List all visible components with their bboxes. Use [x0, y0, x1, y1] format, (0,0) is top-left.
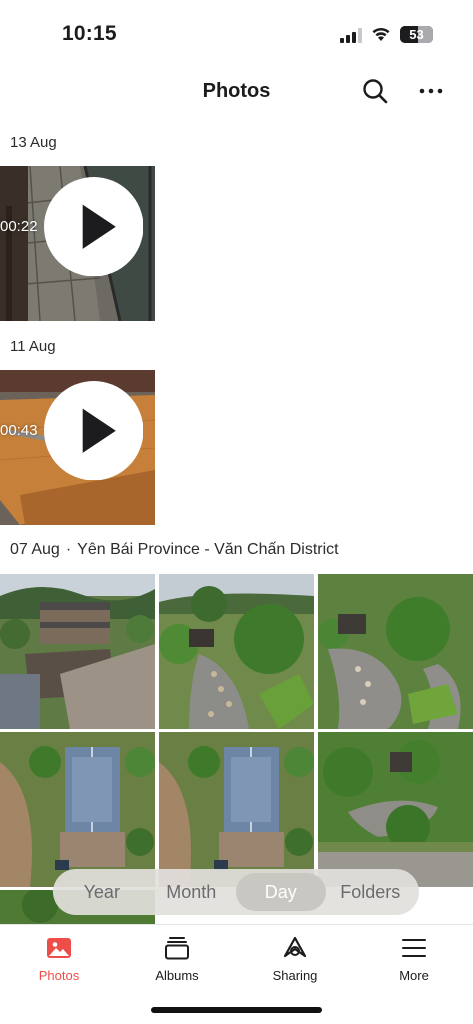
play-icon [43, 381, 143, 481]
photos-icon [47, 938, 71, 958]
segment-day[interactable]: Day [236, 873, 326, 911]
video-duration: 00:43 [0, 381, 143, 481]
photo-thumbnail[interactable] [318, 732, 473, 887]
section-date-13-aug: 13 Aug [10, 134, 57, 151]
section-date-11-aug: 11 Aug [10, 338, 56, 355]
section-separator: · [65, 541, 72, 558]
sharing-icon [283, 936, 307, 958]
segment-month[interactable]: Month [147, 873, 237, 911]
search-icon[interactable] [360, 76, 390, 106]
photo-thumbnail[interactable] [0, 574, 155, 729]
photo-thumbnail[interactable] [159, 574, 314, 729]
tab-sharing[interactable]: Sharing [236, 933, 354, 985]
tab-albums-label: Albums [155, 968, 199, 983]
menu-icon [402, 939, 426, 957]
tab-photos-label: Photos [38, 968, 80, 983]
page-title: Photos [202, 80, 271, 102]
rooftop-aerial-photo [0, 732, 155, 887]
more-options-icon[interactable] [416, 76, 446, 106]
header: Photos [0, 70, 473, 114]
section-location: Yên Bái Province - Văn Chấn District [77, 541, 339, 558]
rooftop-aerial-photo-2 [159, 732, 314, 887]
section-header-07-aug: 07 Aug · Yên Bái Province - Văn Chấn Distr… [10, 541, 339, 559]
view-mode-segmented-control: Year Month Day Folders [53, 869, 419, 915]
section-date: 07 Aug [10, 541, 60, 558]
video-thumbnail[interactable]: 00:43 [0, 370, 155, 525]
photo-thumbnail[interactable] [159, 732, 314, 887]
cellular-signal-icon [340, 28, 362, 43]
video-duration-text: 00:43 [0, 422, 38, 440]
tab-albums[interactable]: Albums [118, 933, 236, 985]
segment-year[interactable]: Year [57, 873, 147, 911]
photo-thumbnail[interactable] [0, 732, 155, 887]
video-thumbnail[interactable]: 00:22 [0, 166, 155, 321]
status-time: 10:15 [62, 22, 117, 45]
play-icon [43, 177, 143, 277]
battery-level: 53 [409, 27, 424, 42]
status-bar: 10:15 53 [0, 0, 473, 64]
tab-photos[interactable]: Photos [0, 933, 118, 985]
resort-aerial-photo [0, 574, 155, 729]
tab-more[interactable]: More [355, 933, 473, 985]
albums-icon [165, 937, 189, 960]
wifi-icon [372, 27, 390, 41]
garden-aerial-photo [159, 574, 314, 729]
battery-indicator: 53 [400, 26, 433, 43]
garden-path-photo [318, 574, 473, 729]
tab-more-label: More [399, 968, 429, 983]
home-indicator [151, 1007, 322, 1013]
hillside-garden-photo [318, 732, 473, 887]
video-duration-text: 00:22 [0, 218, 38, 236]
photo-thumbnail[interactable] [318, 574, 473, 729]
video-duration: 00:22 [0, 177, 143, 277]
segment-folders[interactable]: Folders [326, 873, 416, 911]
tab-sharing-label: Sharing [272, 968, 318, 983]
